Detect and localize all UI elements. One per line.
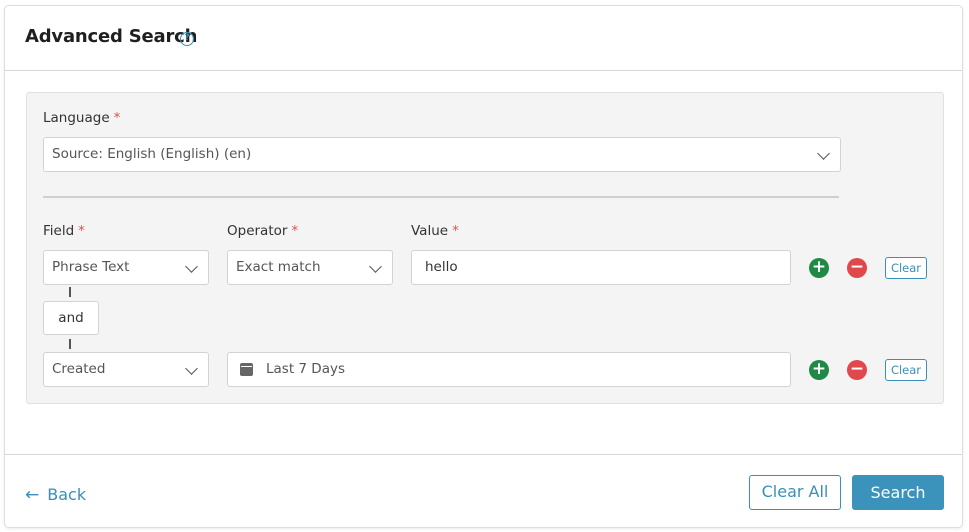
clear-row-button[interactable]: Clear [885,257,927,279]
connector-line [69,339,71,349]
language-select-value: Source: English (English) (en) [52,146,252,162]
clear-all-button[interactable]: Clear All [749,475,841,510]
dialog-header: Advanced Search ? [5,6,962,71]
add-condition-icon[interactable]: + [809,258,829,278]
search-button[interactable]: Search [852,475,944,510]
operator-select[interactable]: Exact match [227,250,393,285]
back-link[interactable]: ← Back [25,485,86,505]
field-column-label: Field * [43,223,85,239]
value-input-text: hello [425,259,458,275]
clear-row-button[interactable]: Clear [885,359,927,381]
add-condition-icon[interactable]: + [809,360,829,380]
field-select[interactable]: Phrase Text [43,250,209,285]
remove-condition-icon[interactable]: − [847,258,867,278]
operator-select-value: Exact match [236,259,321,275]
operator-column-label: Operator * [227,223,299,239]
logic-operator-toggle[interactable]: and [43,301,99,335]
remove-condition-icon[interactable]: − [847,360,867,380]
help-icon[interactable]: ? [180,32,194,46]
required-mark: * [452,223,459,239]
field-select[interactable]: Created [43,352,209,387]
chevron-down-icon [369,260,382,273]
required-mark: * [78,223,85,239]
chevron-down-icon [185,362,198,375]
language-label: Language * [43,110,121,126]
required-mark: * [113,110,121,126]
field-select-value: Created [52,361,106,377]
section-divider [43,196,839,198]
advanced-search-dialog: Advanced Search ? Language * Source: Engl… [4,5,963,528]
page-title: Advanced Search [25,26,198,47]
date-range-input[interactable]: Last 7 Days [227,352,791,387]
arrow-left-icon: ← [25,485,40,505]
dialog-footer: ← Back Clear All Search [5,454,962,529]
chevron-down-icon [185,260,198,273]
language-select[interactable]: Source: English (English) (en) [43,137,841,172]
connector-line [69,287,71,297]
required-mark: * [291,223,299,239]
value-input[interactable]: hello [411,250,791,285]
date-range-value: Last 7 Days [266,361,345,377]
calendar-icon [240,363,253,376]
chevron-down-icon [817,147,830,160]
field-select-value: Phrase Text [52,259,130,275]
value-column-label: Value * [411,223,459,239]
search-criteria-panel: Language * Source: English (English) (en)… [26,92,944,404]
